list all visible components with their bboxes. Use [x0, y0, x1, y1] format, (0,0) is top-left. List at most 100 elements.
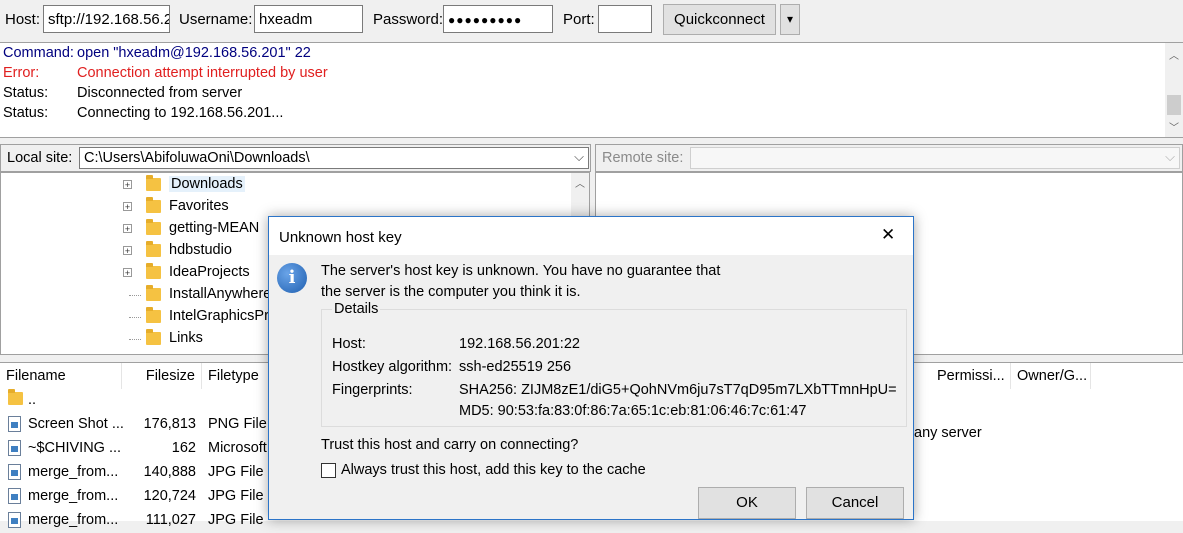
file-icon [8, 488, 21, 504]
scroll-up-icon[interactable]: ︿ [1169, 47, 1179, 62]
chevron-down-icon[interactable]: ⌵ [574, 149, 584, 165]
dialog-title: Unknown host key [279, 229, 402, 246]
log-key: Command: [3, 45, 74, 61]
remote-site-label: Remote site: [602, 150, 684, 166]
file-icon [8, 416, 21, 432]
column-permissions[interactable]: Permissi... [931, 363, 1011, 389]
scroll-thumb[interactable] [1167, 95, 1181, 115]
always-trust-label[interactable]: Always trust this host, add this key to … [341, 462, 646, 478]
file-icon [8, 512, 21, 528]
log-row: Status: Disconnected from server [3, 85, 242, 105]
tree-node-label: Favorites [169, 198, 229, 214]
host-label: Host: [5, 11, 41, 28]
cancel-button[interactable]: Cancel [806, 487, 904, 519]
log-text: Connection attempt interrupted by user [77, 65, 328, 81]
tree-node-label: IdeaProjects [169, 264, 250, 280]
always-trust-checkbox[interactable] [321, 463, 336, 478]
tree-connector [129, 295, 141, 296]
quickconnect-dropdown-button[interactable]: ▾ [780, 4, 800, 35]
local-site-label: Local site: [7, 150, 73, 166]
file-type: Microsoft [208, 440, 267, 456]
folder-icon [146, 285, 161, 301]
expand-icon[interactable]: + [123, 268, 132, 278]
log-row: Command: open "hxeadm@192.168.56.201" 22 [3, 45, 311, 65]
port-input[interactable] [598, 5, 652, 33]
tree-connector [129, 317, 141, 318]
local-site-path-select[interactable]: C:\Users\AbifoluwaOni\Downloads\ ⌵ [79, 147, 589, 169]
expand-icon[interactable]: + [123, 202, 132, 212]
local-site-bar: Local site: C:\Users\AbifoluwaOni\Downlo… [0, 144, 591, 172]
details-group: Details Host: 192.168.56.201:22 Hostkey … [321, 301, 907, 427]
fingerprints-label: Fingerprints: [332, 382, 413, 398]
host-key-label: Host: [332, 336, 366, 352]
links-folder-icon [146, 329, 161, 345]
file-type: JPG File [208, 488, 264, 504]
host-input[interactable]: sftp://192.168.56.2 [43, 5, 170, 33]
tree-node-label: InstallAnywhere [169, 286, 272, 302]
message-log: Command: open "hxeadm@192.168.56.201" 22 … [0, 42, 1183, 138]
dialog-message-line1: The server's host key is unknown. You ha… [321, 263, 721, 279]
file-row[interactable]: merge_from... 120,724 JPG File [0, 485, 270, 509]
file-name: Screen Shot ... [28, 416, 124, 432]
scroll-down-icon[interactable]: ﹀ [1169, 119, 1179, 134]
file-size: 140,888 [143, 464, 196, 480]
log-key: Status: [3, 105, 49, 121]
folder-icon [146, 219, 161, 235]
fingerprint-md5: MD5: 90:53:fa:83:0f:86:7a:65:1c:eb:81:06… [459, 403, 807, 419]
remote-status-text: any server [914, 425, 982, 441]
log-row: Error: Connection attempt interrupted by … [3, 65, 328, 85]
file-row[interactable]: .. [0, 389, 270, 413]
log-row: Status: Connecting to 192.168.56.201... [3, 105, 283, 125]
trust-question: Trust this host and carry on connecting? [321, 437, 579, 453]
host-key-value: 192.168.56.201:22 [459, 336, 580, 352]
tree-node-label: IntelGraphicsPr [169, 308, 269, 324]
dialog-titlebar: Unknown host key ✕ [269, 217, 913, 255]
local-site-path: C:\Users\AbifoluwaOni\Downloads\ [84, 150, 310, 166]
file-icon [8, 440, 21, 456]
file-type: JPG File [208, 512, 264, 528]
quickconnect-button[interactable]: Quickconnect [663, 4, 776, 35]
remote-site-bar: Remote site: ⌵ [595, 144, 1183, 172]
download-folder-icon [146, 175, 161, 191]
tree-node-label: Links [169, 330, 203, 346]
column-filetype[interactable]: Filetype [202, 363, 270, 389]
file-name: ~$CHIVING ... [28, 440, 122, 456]
file-row[interactable]: merge_from... 140,888 JPG File [0, 461, 270, 485]
username-input[interactable]: hxeadm [254, 5, 363, 33]
chevron-down-icon[interactable]: ⌵ [1165, 149, 1175, 165]
expand-icon[interactable]: + [123, 180, 132, 190]
port-label: Port: [563, 11, 595, 28]
file-size: 176,813 [143, 416, 196, 432]
file-icon [8, 464, 21, 480]
scroll-up-icon[interactable]: ︿ [575, 175, 585, 190]
log-text: Disconnected from server [77, 85, 243, 101]
password-label: Password: [373, 11, 444, 28]
hostkey-algorithm-value: ssh-ed25519 256 [459, 359, 572, 375]
file-type: JPG File [208, 464, 264, 480]
details-label: Details [332, 301, 381, 317]
expand-icon[interactable]: + [123, 224, 132, 234]
remote-site-path-select[interactable]: ⌵ [690, 147, 1180, 169]
log-key: Error: [3, 65, 40, 81]
tree-connector [129, 339, 141, 340]
folder-icon [146, 263, 161, 279]
file-row[interactable]: merge_from... 111,027 JPG File [0, 509, 270, 533]
close-icon[interactable]: ✕ [881, 225, 895, 245]
folder-icon [146, 307, 161, 323]
column-owner-group[interactable]: Owner/G... [1011, 363, 1091, 389]
file-row[interactable]: ~$CHIVING ... 162 Microsoft [0, 437, 270, 461]
file-row[interactable]: Screen Shot ... 176,813 PNG File [0, 413, 270, 437]
file-name: merge_from... [28, 512, 119, 528]
password-input[interactable]: ●●●●●●●●● [443, 5, 553, 33]
column-filename[interactable]: Filename [0, 363, 122, 389]
log-text: Connecting to 192.168.56.201... [77, 105, 284, 121]
tree-node-label: hdbstudio [169, 242, 232, 258]
hostkey-algorithm-label: Hostkey algorithm: [332, 359, 453, 375]
log-scrollbar[interactable]: ︿ ﹀ [1165, 43, 1183, 137]
file-name: merge_from... [28, 464, 119, 480]
column-filesize[interactable]: Filesize [122, 363, 202, 389]
file-name: .. [28, 392, 37, 408]
parent-folder-icon [8, 389, 23, 405]
ok-button[interactable]: OK [698, 487, 796, 519]
expand-icon[interactable]: + [123, 246, 132, 256]
